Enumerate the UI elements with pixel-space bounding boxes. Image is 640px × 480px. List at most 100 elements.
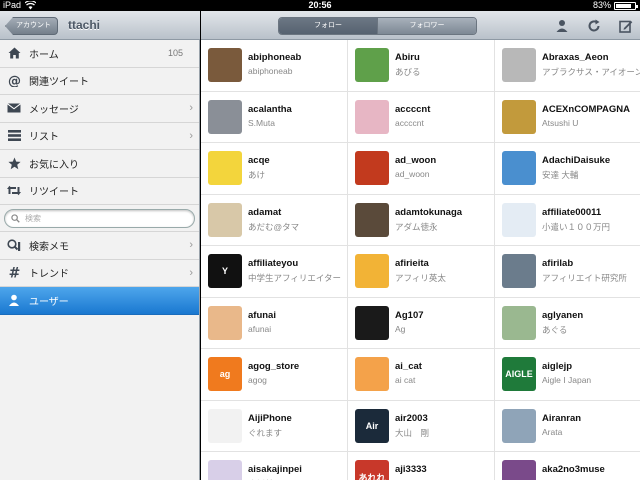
tab-following[interactable]: フォロー xyxy=(279,18,377,34)
avatar xyxy=(208,151,242,185)
battery-icon xyxy=(614,2,638,10)
user-icon[interactable] xyxy=(553,17,571,35)
avatar: Air xyxy=(355,408,389,443)
user-cell[interactable]: ACEXnCOMPAGNA Atsushi U xyxy=(495,92,640,143)
sidebar-item[interactable]: 検索メモ › xyxy=(0,232,199,260)
unread-count: 105 xyxy=(167,48,183,59)
user-cell[interactable]: acalantha S.Muta xyxy=(201,91,348,143)
sidebar-item-label: ユーザー xyxy=(29,296,69,308)
sidebar-item-label: ホーム xyxy=(29,49,59,61)
username: affiliateyou xyxy=(248,258,299,269)
sidebar-item[interactable]: ホーム 105 xyxy=(0,40,199,68)
user-cell[interactable]: Yaffiliateyou 中学生アフィリエイター xyxy=(201,246,348,298)
sidebar-item[interactable]: @ 関連ツイート xyxy=(0,68,199,95)
user-cell[interactable]: acqe あけ xyxy=(201,143,348,195)
display-name: アフィリ英太 xyxy=(395,273,446,283)
user-cell[interactable]: Airanran Arata xyxy=(495,401,640,452)
retweet-icon xyxy=(7,184,21,198)
display-name: accccnt xyxy=(395,117,424,128)
sidebar-item[interactable]: リスト › xyxy=(0,123,199,150)
battery-percent: 83% xyxy=(592,0,611,10)
user-cell[interactable]: ai_catai cat xyxy=(348,349,495,401)
avatar xyxy=(355,305,389,340)
sidebar-item[interactable]: ユーザー xyxy=(0,287,199,315)
display-name: Atsushi U xyxy=(542,117,579,128)
avatar: AIGLE xyxy=(502,357,536,391)
display-name: afunai xyxy=(248,323,272,334)
avatar xyxy=(355,48,389,82)
user-cell[interactable]: AIGLE aiglejp Aigle I Japan xyxy=(495,349,640,401)
svg-text:@: @ xyxy=(8,74,21,87)
user-cell[interactable]: Abiru あびる xyxy=(348,40,495,92)
chevron-right-icon: › xyxy=(189,266,193,279)
user-cell[interactable]: accccnt accccnt xyxy=(348,91,495,143)
refresh-icon[interactable] xyxy=(585,17,603,35)
username: ACEXnCOMPAGNA xyxy=(542,103,630,115)
username: Airanran xyxy=(542,412,582,424)
chevron-right-icon: › xyxy=(189,239,193,252)
avatar-text: Y xyxy=(221,266,228,276)
username: accccnt xyxy=(395,103,431,115)
avatar xyxy=(502,99,536,134)
account-back-button[interactable]: アカウント xyxy=(5,17,58,35)
user-cell[interactable]: adamtokunaga アダム徳永 xyxy=(348,194,495,246)
avatar: ag xyxy=(208,357,242,391)
user-cell[interactable]: afirieita アフィリ英太 xyxy=(348,246,495,298)
avatar xyxy=(502,151,536,185)
user-cell[interactable]: aka2no3museあかにのさん xyxy=(495,452,640,480)
sidebar-item-label: リツイート xyxy=(29,187,79,199)
avatar xyxy=(208,305,242,340)
avatar xyxy=(502,202,536,237)
user-cell[interactable]: Air air2003 大山 剛 xyxy=(348,400,495,452)
user-cell[interactable]: affiliate00011 小遣い１００万円 xyxy=(495,195,640,246)
avatar xyxy=(355,357,389,391)
display-name: agog xyxy=(248,375,267,385)
user-cell[interactable]: adamat あだむ@タマ xyxy=(201,194,348,246)
display-name: Ag xyxy=(395,323,406,334)
user-cell[interactable]: ag agog_storeagog xyxy=(201,349,348,401)
at-icon: @ xyxy=(7,74,21,88)
display-name: アブラクサス・アイオーン xyxy=(542,67,640,77)
user-cell[interactable]: aglyanen あぐる xyxy=(495,298,640,349)
avatar xyxy=(355,99,389,134)
user-cell[interactable]: afirilab アフィリエイト研究所 xyxy=(495,246,640,298)
avatar xyxy=(208,460,242,480)
username: aji3333 xyxy=(395,464,427,475)
sidebar-item[interactable]: リツイート xyxy=(0,178,199,205)
username: aglyanen xyxy=(542,309,584,321)
sidebar-search: 検索 xyxy=(0,205,199,232)
display-name: ai cat xyxy=(395,375,416,385)
display-name: あびる xyxy=(395,67,421,77)
display-name: アダム徳永 xyxy=(395,221,438,232)
avatar-text: ag xyxy=(219,369,231,379)
compose-icon[interactable] xyxy=(617,17,635,35)
avatar: Y xyxy=(208,254,242,288)
sidebar-item[interactable]: # トレンド › xyxy=(0,260,199,287)
username: Abiru xyxy=(395,52,420,63)
display-name: あけ xyxy=(248,170,266,180)
user-cell[interactable]: あれれaji3333あじ xyxy=(348,452,495,480)
user-cell[interactable]: aisakajinpei逢坂甚平 xyxy=(201,452,348,480)
user-grid: abiphoneab abiphoneab Abiru あびる Abraxas_Aeon… xyxy=(201,40,640,480)
search-memo-icon xyxy=(7,238,21,252)
user-cell[interactable]: AijiPhone ぐれます xyxy=(201,400,348,452)
user-cell[interactable]: ad_woon ad_woon xyxy=(348,143,495,195)
sidebar-item[interactable]: メッセージ › xyxy=(0,95,199,123)
user-cell[interactable]: AdachiDaisuke 安達 大輔 xyxy=(495,143,640,195)
sidebar-item[interactable]: お気に入り xyxy=(0,150,199,178)
avatar xyxy=(208,48,242,82)
username: abiphoneab xyxy=(248,52,302,63)
tab-followers[interactable]: フォロワー xyxy=(377,18,476,34)
avatar xyxy=(502,408,536,443)
user-cell[interactable]: abiphoneab abiphoneab xyxy=(201,40,348,92)
display-name: Aigle I Japan xyxy=(542,375,592,385)
username: ai_cat xyxy=(395,361,422,372)
display-name: 中学生アフィリエイター xyxy=(248,273,341,283)
user-cell[interactable]: Ag107 Ag xyxy=(348,297,495,349)
search-input[interactable]: 検索 xyxy=(4,208,195,228)
user-cell[interactable]: afunai afunai xyxy=(201,297,348,349)
sidebar-item-label: お気に入り xyxy=(29,159,79,171)
user-cell[interactable]: Abraxas_Aeon アブラクサス・アイオーン xyxy=(495,40,640,92)
avatar xyxy=(502,460,536,480)
username: agog_store xyxy=(248,361,300,372)
